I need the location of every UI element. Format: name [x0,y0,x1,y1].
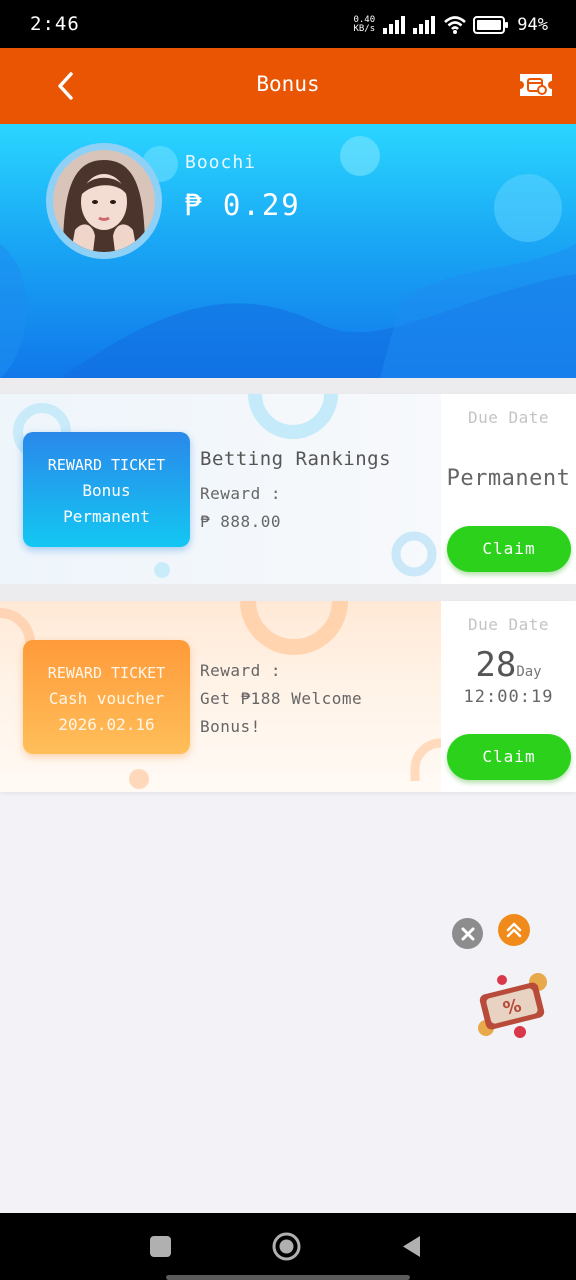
home-indicator [166,1275,410,1280]
profile-banner: Boochi ₱ 0.29 [0,124,576,378]
due-panel: Due Date Permanent Claim [441,394,576,584]
status-icons: 0.40 KB/s 94% [351,12,548,38]
balance: ₱ 0.29 [184,188,301,222]
page-title: Bonus [256,72,320,96]
status-time: 2:46 [30,13,80,35]
battery-icon [473,16,509,34]
reward-ticket: REWARD TICKET Bonus Permanent [23,432,190,547]
recents-button[interactable] [150,1236,171,1257]
app-header: Bonus [0,48,576,124]
due-date-label: Due Date [467,615,550,634]
ticket-date: 2026.02.16 [58,715,155,734]
net-speed: 0.40 KB/s [353,15,376,34]
ticket-button[interactable] [518,70,554,100]
ticket-icon [520,74,552,96]
card-separator [0,584,576,601]
reward-label: Reward : [200,484,282,503]
claim-button[interactable]: Claim [447,734,571,780]
reward-card: REWARD TICKET Cash voucher 2026.02.16 Re… [0,601,576,792]
back-nav-button[interactable] [400,1234,422,1259]
system-nav-bar [0,1213,576,1280]
close-float-button[interactable] [452,918,483,949]
status-bar: 2:46 0.40 KB/s 94% [0,0,576,48]
home-button[interactable] [272,1232,301,1261]
wifi-icon [444,16,467,34]
avatar-image [53,150,155,252]
reward-description: Get ₱188 Welcome [200,689,363,708]
days-remaining: 28Day [441,645,576,685]
claim-button[interactable]: Claim [447,526,571,572]
close-icon [461,927,474,940]
username: Boochi [185,152,257,173]
days-number: 28 [475,645,517,685]
countdown-timer: 12:00:19 [463,687,554,707]
battery-percent: 94% [517,15,548,35]
ticket-name: Cash voucher [48,689,165,708]
due-panel: Due Date 28Day 12:00:19 Claim [441,601,576,792]
due-date-value: Permanent [446,466,571,491]
reward-card: REWARD TICKET Bonus Permanent Betting Ra… [0,394,576,584]
reward-label: Reward : [200,661,282,680]
double-chevron-up-icon [506,922,522,938]
avatar[interactable] [53,150,155,252]
due-date-label: Due Date [467,408,550,427]
ticket-type: REWARD TICKET [47,664,166,682]
signal-icon-2 [413,16,436,34]
avatar-ring [46,143,162,259]
scroll-top-button[interactable] [498,914,530,946]
section-gap [0,378,576,394]
promo-float-button[interactable]: % [470,966,554,1046]
reward-title: Betting Rankings [200,448,392,470]
signal-icon [383,16,406,34]
discount-ticket-icon: % [478,973,547,1038]
reward-value: ₱ 888.00 [200,512,282,531]
ticket-expiry: Permanent [63,507,150,526]
ticket-type: REWARD TICKET [47,456,166,474]
reward-ticket: REWARD TICKET Cash voucher 2026.02.16 [23,640,190,754]
days-unit: Day [516,664,542,680]
ticket-name: Bonus [82,481,131,500]
reward-description-cont: Bonus! [200,717,261,736]
